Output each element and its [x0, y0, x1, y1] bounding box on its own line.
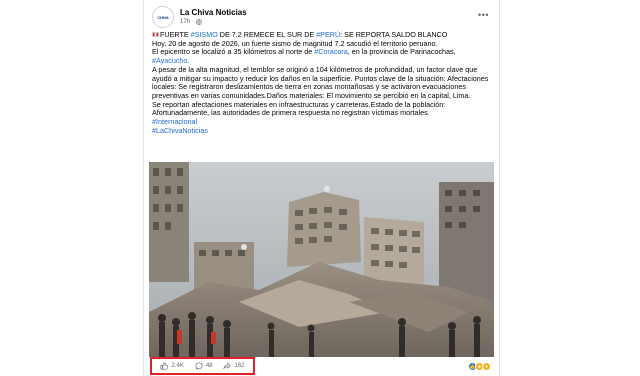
hashtag-peru[interactable]: #PERÚ: [316, 30, 340, 39]
engagement-bar: 2.4K 48 162: [150, 357, 255, 375]
post-paragraph-2: A pesar de la alta magnitud, el temblor …: [152, 64, 489, 100]
page-avatar[interactable]: CHIVA: [152, 6, 174, 28]
share-icon: [223, 362, 232, 369]
hashtag-lachivanoticias[interactable]: #LaChivaNoticias: [152, 126, 494, 136]
sad-reaction-icon: ●: [482, 362, 491, 371]
peru-flag-icon: [152, 32, 159, 37]
post-paragraph-3: Se reportan afectaciones materiales en i…: [152, 99, 446, 118]
share-button[interactable]: 162: [223, 362, 245, 370]
collapsed-buildings-image: [149, 162, 494, 357]
comment-icon: [195, 362, 203, 370]
facebook-post-card: CHIVA La Chiva Noticias 17h · ••• FUERTE…: [143, 0, 500, 376]
thumbs-up-icon: [160, 362, 169, 370]
avatar-logo: CHIVA: [157, 14, 169, 20]
post-line-2: El epicentro se localizó a 35 kilómetros…: [152, 47, 456, 57]
hashtag-coracora[interactable]: #Coracora: [314, 47, 348, 57]
like-button[interactable]: 2.4K: [160, 362, 184, 370]
comment-count: 48: [205, 363, 213, 369]
comment-button[interactable]: 48: [195, 362, 213, 370]
post-photo[interactable]: [149, 162, 494, 357]
post-meta: 17h ·: [180, 19, 202, 25]
reaction-summary[interactable]: 👍 ● ●: [468, 362, 491, 371]
more-options-icon[interactable]: •••: [478, 10, 489, 20]
post-header: CHIVA La Chiva Noticias 17h · •••: [152, 6, 493, 30]
post-time[interactable]: 17h: [180, 19, 190, 25]
page-name[interactable]: La Chiva Noticias: [180, 8, 247, 17]
hashtag-sismo[interactable]: #SISMO: [191, 30, 218, 39]
hashtag-ayacucho[interactable]: #Ayacucho: [152, 56, 187, 65]
post-body: FUERTE #SISMO DE 7.2 REMECE EL SUR DE #P…: [152, 30, 494, 136]
meta-separator: ·: [192, 19, 195, 25]
globe-icon: [196, 19, 202, 25]
share-count: 162: [234, 363, 245, 369]
like-count: 2.4K: [171, 363, 184, 369]
